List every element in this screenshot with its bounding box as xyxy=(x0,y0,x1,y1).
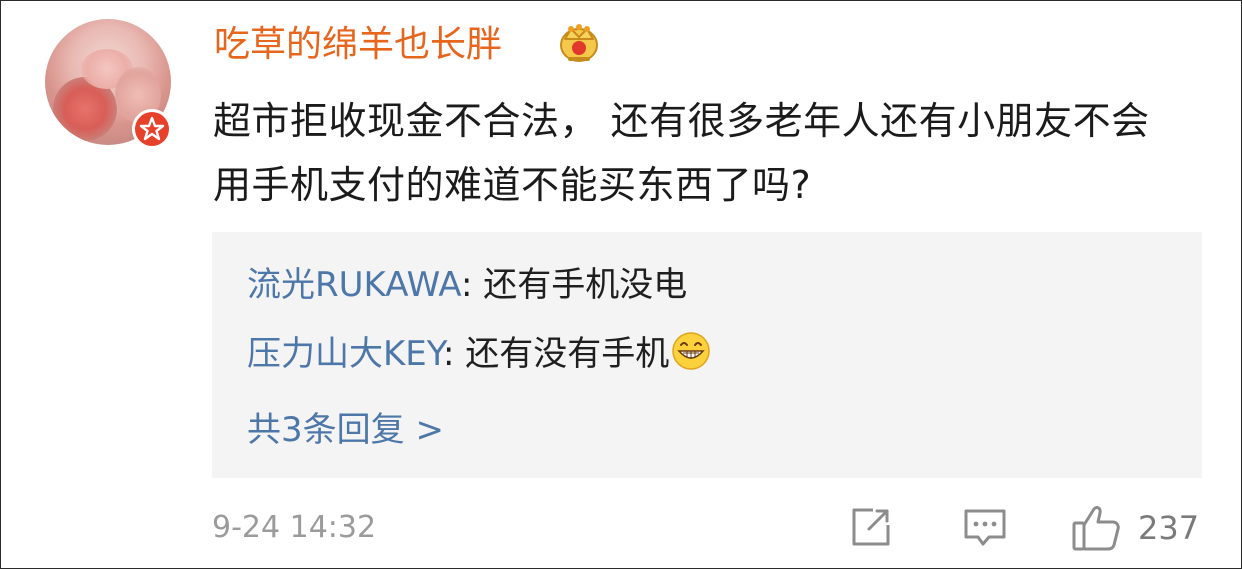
timestamp: 9-24 14:32 xyxy=(212,510,377,545)
reply-text: 还有没有手机 xyxy=(465,334,670,374)
reply-item[interactable]: 压力山大KEY: 还有没有手机 xyxy=(247,331,711,383)
username[interactable]: 吃草的绵羊也长胖 xyxy=(214,19,502,71)
reply-box[interactable]: 流光RUKAWA: 还有手机没电 压力山大KEY: 还有没有手机 共3条回复 > xyxy=(212,232,1202,478)
verified-star-icon xyxy=(135,112,169,146)
share-icon[interactable] xyxy=(847,503,895,555)
comment-card: 吃草的绵羊也长胖 超市拒收现金不合法， 还有很多老年人还有小朋友不会用手机支付的… xyxy=(0,0,1242,569)
crown-icon xyxy=(556,21,602,69)
reply-separator: : xyxy=(461,265,484,305)
like-count: 237 xyxy=(1138,509,1200,547)
comment-text: 超市拒收现金不合法， 还有很多老年人还有小朋友不会用手机支付的难道不能买东西了吗… xyxy=(213,99,1150,207)
reply-text: 还有手机没电 xyxy=(483,265,688,305)
grin-emoji-icon xyxy=(671,331,711,383)
reply-item[interactable]: 流光RUKAWA: 还有手机没电 xyxy=(247,262,687,308)
reply-author[interactable]: 流光RUKAWA xyxy=(247,265,461,305)
verified-badge xyxy=(132,109,172,149)
comment-icon[interactable] xyxy=(961,503,1009,555)
more-replies-link[interactable]: 共3条回复 > xyxy=(247,407,444,453)
thumbs-up-icon[interactable] xyxy=(1069,503,1123,559)
reply-author[interactable]: 压力山大KEY xyxy=(247,334,443,374)
reply-separator: : xyxy=(443,334,466,374)
